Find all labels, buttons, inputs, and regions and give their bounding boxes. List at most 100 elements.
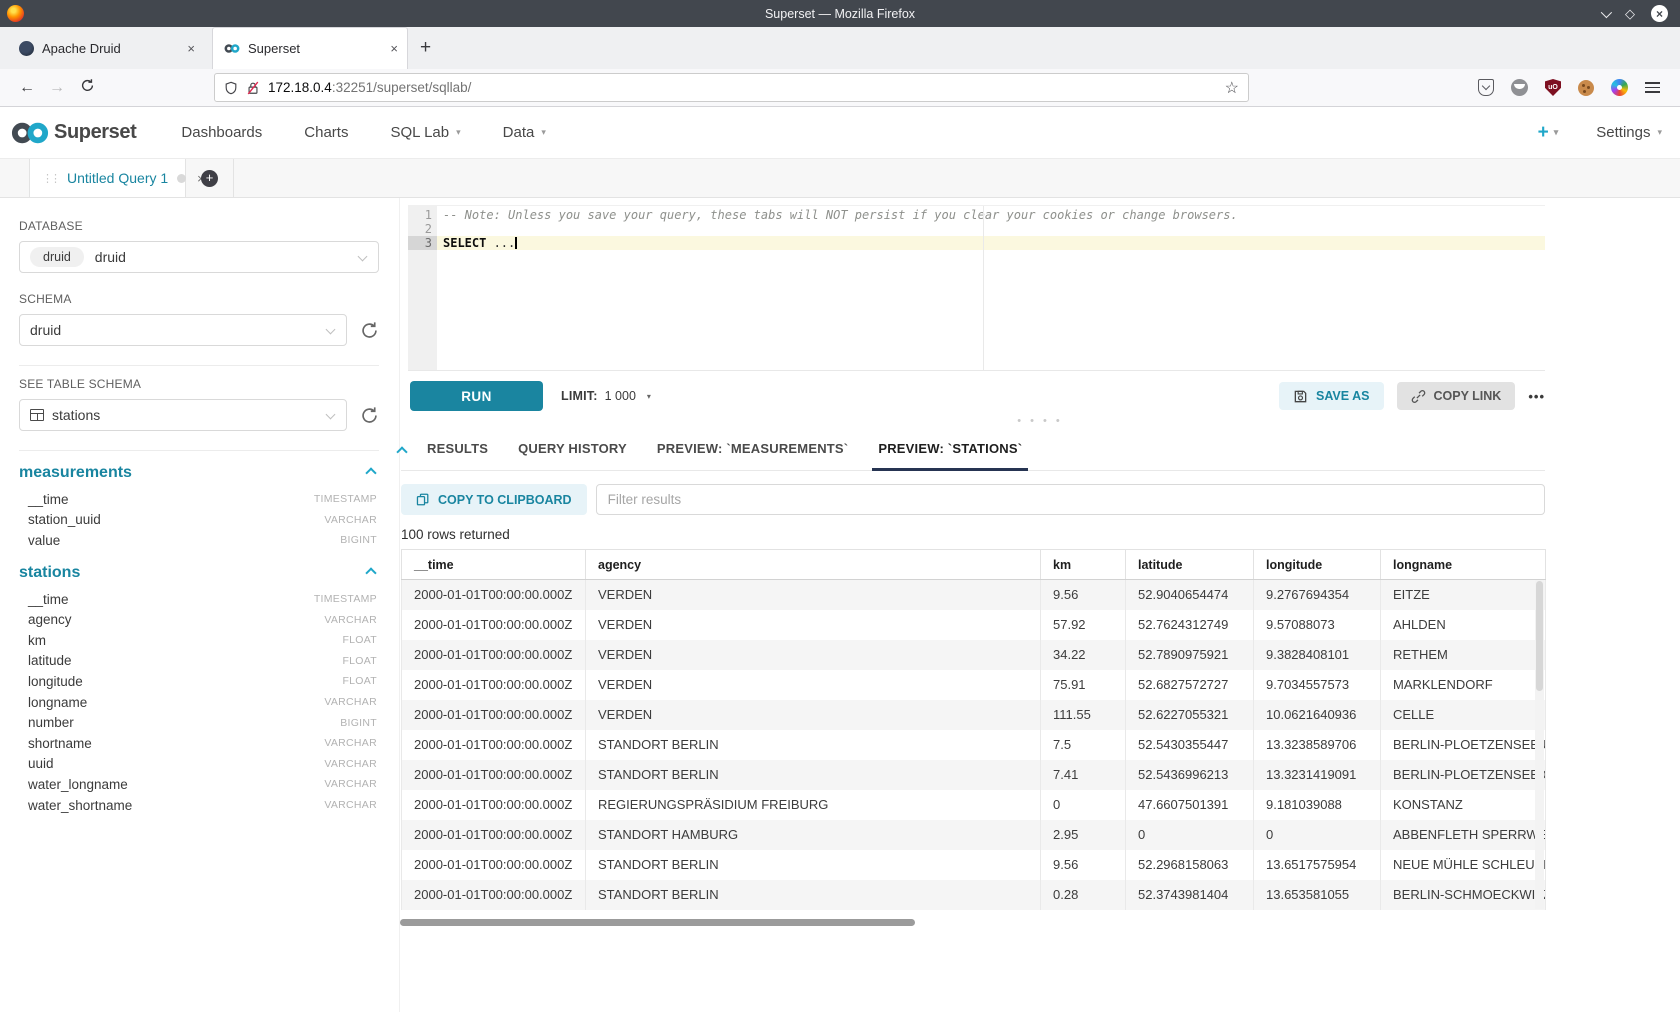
bookmark-star-icon[interactable]: ☆ (1225, 78, 1239, 98)
tab-close-icon[interactable]: × (187, 41, 195, 56)
column-row[interactable]: numberBIGINT (19, 712, 379, 733)
browser-tab-superset[interactable]: Superset × (212, 27, 408, 69)
table-section-header[interactable]: stations (19, 564, 379, 582)
window-close-icon[interactable]: × (1651, 5, 1668, 22)
editor-code[interactable]: -- Note: Unless you save your query, the… (437, 206, 1545, 370)
table-header-cell[interactable]: longitude (1254, 550, 1381, 580)
column-row[interactable]: water_longnameVARCHAR (19, 774, 379, 795)
column-row[interactable]: latitudeFLOAT (19, 651, 379, 672)
table-row[interactable]: 2000-01-01T00:00:00.000ZSTANDORT BERLIN0… (402, 880, 1546, 910)
result-tab[interactable]: PREVIEW: `MEASUREMENTS` (642, 427, 863, 470)
filter-results-input[interactable] (596, 484, 1545, 515)
new-tab-button[interactable]: + (420, 37, 431, 59)
column-row[interactable]: station_uuidVARCHAR (19, 510, 379, 531)
table-header-cell[interactable]: latitude (1126, 550, 1254, 580)
run-button[interactable]: RUN (410, 381, 543, 411)
column-row[interactable]: uuidVARCHAR (19, 754, 379, 775)
more-options-icon[interactable]: ••• (1528, 389, 1545, 404)
add-new-button[interactable]: +▾ (1538, 122, 1559, 144)
table-row[interactable]: 2000-01-01T00:00:00.000ZVERDEN57.9252.76… (402, 610, 1546, 640)
text-cursor (515, 237, 517, 249)
tracking-shield-icon[interactable] (224, 81, 238, 95)
vertical-scrollbar[interactable] (1535, 580, 1544, 909)
refresh-icon[interactable] (360, 406, 379, 425)
result-tab[interactable]: QUERY HISTORY (503, 427, 642, 470)
table-section-header[interactable]: measurements (19, 464, 379, 482)
save-as-button[interactable]: SAVE AS (1279, 382, 1384, 410)
table-row[interactable]: 2000-01-01T00:00:00.000ZSTANDORT BERLIN9… (402, 850, 1546, 880)
table-section-name[interactable]: stations (19, 564, 80, 582)
schema-select[interactable]: druid (19, 314, 347, 346)
nav-item[interactable]: SQL Lab ▾ (369, 107, 481, 159)
database-select[interactable]: druid druid (19, 241, 379, 273)
window-maximize-icon[interactable]: ◇ (1625, 7, 1635, 20)
result-tab[interactable]: PREVIEW: `STATIONS` (863, 427, 1037, 470)
privacy-shield-extension-icon[interactable] (1478, 79, 1494, 96)
result-tab[interactable]: RESULTS (412, 427, 503, 470)
column-row[interactable]: __timeTIMESTAMP (19, 489, 379, 510)
link-icon (1411, 389, 1426, 404)
nav-item[interactable]: Charts (283, 107, 369, 159)
url-bar[interactable]: 172.18.0.4:32251/superset/sqllab/ ☆ (214, 73, 1249, 102)
cookie-extension-icon[interactable] (1578, 80, 1594, 96)
chevron-up-icon[interactable] (365, 567, 376, 578)
column-row[interactable]: agencyVARCHAR (19, 609, 379, 630)
window-minimize-icon[interactable] (1601, 7, 1609, 20)
browser-tab-apache-druid[interactable]: Apache Druid × (8, 27, 204, 69)
column-type: FLOAT (342, 634, 377, 646)
forward-icon[interactable]: → (42, 79, 72, 97)
column-row[interactable]: longnameVARCHAR (19, 692, 379, 713)
drag-handle-icon[interactable]: ⋮⋮ (42, 172, 58, 185)
colorwheel-extension-icon[interactable] (1611, 79, 1628, 96)
column-row[interactable]: shortnameVARCHAR (19, 733, 379, 754)
menu-icon[interactable] (1645, 82, 1660, 93)
table-row[interactable]: 2000-01-01T00:00:00.000ZVERDEN9.5652.904… (402, 580, 1546, 610)
limit-dropdown[interactable]: LIMIT: 1 000 ▾ (561, 389, 651, 403)
url-text[interactable]: 172.18.0.4:32251/superset/sqllab/ (268, 80, 471, 95)
column-row[interactable]: __timeTIMESTAMP (19, 589, 379, 610)
table-row[interactable]: 2000-01-01T00:00:00.000ZVERDEN75.9152.68… (402, 670, 1546, 700)
column-row[interactable]: longitudeFLOAT (19, 671, 379, 692)
containers-mask-extension-icon[interactable] (1511, 79, 1528, 96)
copy-link-button[interactable]: COPY LINK (1397, 382, 1516, 410)
table-header-cell[interactable]: km (1041, 550, 1126, 580)
superset-logo[interactable] (10, 121, 50, 145)
table-row[interactable]: 2000-01-01T00:00:00.000ZSTANDORT BERLIN7… (402, 730, 1546, 760)
column-row[interactable]: valueBIGINT (19, 530, 379, 551)
add-query-tab-button[interactable]: + (186, 159, 234, 197)
column-row[interactable]: kmFLOAT (19, 630, 379, 651)
table-row[interactable]: 2000-01-01T00:00:00.000ZSTANDORT BERLIN7… (402, 760, 1546, 790)
table-header-cell[interactable]: longname (1381, 550, 1546, 580)
table-row[interactable]: 2000-01-01T00:00:00.000ZREGIERUNGSPRÄSID… (402, 790, 1546, 820)
table-cell: ABBENFLETH SPERRWERK (1381, 820, 1546, 850)
sql-editor[interactable]: 1 2 3 -- Note: Unless you save your quer… (408, 205, 1545, 371)
reload-icon[interactable] (72, 78, 102, 98)
table-cell: 13.3238589706 (1254, 730, 1381, 760)
table-cell: BERLIN-PLOETZENSEE OP (1381, 760, 1546, 790)
browser-tab-label: Apache Druid (42, 41, 121, 56)
table-section-name[interactable]: measurements (19, 464, 132, 482)
table-select[interactable]: stations (19, 399, 347, 431)
column-row[interactable]: water_shortnameVARCHAR (19, 795, 379, 816)
table-header-cell[interactable]: agency (586, 550, 1041, 580)
table-cell: 2000-01-01T00:00:00.000Z (402, 790, 586, 820)
table-row[interactable]: 2000-01-01T00:00:00.000ZVERDEN111.5552.6… (402, 700, 1546, 730)
pane-resize-handle[interactable]: • • • • (400, 417, 1680, 427)
table-header-cell[interactable]: __time (402, 550, 586, 580)
horizontal-scrollbar[interactable] (400, 919, 1544, 926)
nav-item[interactable]: Dashboards (160, 107, 283, 159)
back-icon[interactable]: ← (12, 79, 42, 97)
insecure-lock-icon[interactable] (246, 81, 260, 95)
query-tab-untitled-query-1[interactable]: ⋮⋮ Untitled Query 1 × (29, 159, 186, 197)
scrollbar-thumb[interactable] (400, 919, 915, 926)
nav-item[interactable]: Data ▾ (482, 107, 567, 159)
tab-close-icon[interactable]: × (390, 41, 398, 56)
ublock-extension-icon[interactable]: uO (1545, 79, 1561, 96)
table-row[interactable]: 2000-01-01T00:00:00.000ZVERDEN34.2252.78… (402, 640, 1546, 670)
table-row[interactable]: 2000-01-01T00:00:00.000ZSTANDORT HAMBURG… (402, 820, 1546, 850)
settings-menu[interactable]: Settings▾ (1596, 124, 1662, 141)
copy-to-clipboard-button[interactable]: COPY TO CLIPBOARD (401, 484, 587, 515)
brand-name[interactable]: Superset (54, 121, 136, 144)
chevron-up-icon[interactable] (365, 467, 376, 478)
refresh-icon[interactable] (360, 321, 379, 340)
